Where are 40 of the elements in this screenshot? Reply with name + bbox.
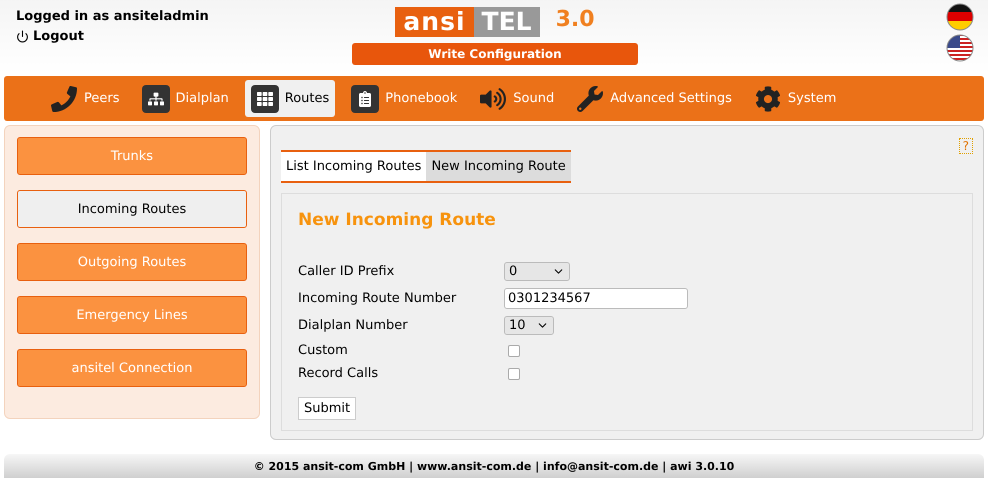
checkbox[interactable] xyxy=(508,344,520,356)
logout-link[interactable]: Logout xyxy=(16,29,84,44)
input-field[interactable]: 0301234567 xyxy=(504,288,688,309)
sidebar-item[interactable]: ansitel Connection xyxy=(17,349,247,387)
field-label: Dialplan Number xyxy=(298,318,409,333)
field-label: Caller ID Prefix xyxy=(298,264,396,279)
gear-icon xyxy=(754,84,782,112)
tab[interactable]: New Incoming Route xyxy=(426,152,571,181)
nav-tab[interactable]: Peers xyxy=(44,80,126,117)
select-field[interactable]: 10 xyxy=(504,316,554,335)
write-configuration-button[interactable]: Write Configuration xyxy=(352,43,638,65)
help-icon[interactable]: ? xyxy=(958,138,973,154)
tab[interactable]: List Incoming Routes xyxy=(281,152,426,181)
nav-tab[interactable]: Routes xyxy=(244,80,336,117)
nav-tab[interactable]: System xyxy=(748,80,842,117)
submit-button[interactable]: Submit xyxy=(298,397,356,420)
logo: TEL xyxy=(474,7,540,37)
sidebar-item[interactable]: Trunks xyxy=(17,137,247,175)
nav-tab[interactable]: Sound xyxy=(473,80,560,117)
german-flag-icon[interactable] xyxy=(946,3,974,31)
form-title: New Incoming Route xyxy=(298,210,497,230)
field-label: Custom xyxy=(298,343,349,358)
field-label: Incoming Route Number xyxy=(298,291,458,306)
login-status: Logged in as ansiteladmin xyxy=(16,9,210,24)
nav-tab[interactable]: Advanced Settings xyxy=(570,80,738,117)
sidebar-item[interactable]: Outgoing Routes xyxy=(17,243,247,281)
nav-tab[interactable]: Phonebook xyxy=(345,80,464,117)
field-label: Record Calls xyxy=(298,366,380,381)
power-icon xyxy=(16,30,29,43)
wrench-icon xyxy=(576,84,604,112)
footer-text: © 2015 ansit-com GmbH | www.ansit-com.de | info@ansit-com.de | awi 3.0.10 xyxy=(4,454,984,478)
select-field[interactable]: 0 xyxy=(504,262,570,281)
checkbox[interactable] xyxy=(508,368,520,380)
us-flag-icon[interactable] xyxy=(946,34,974,62)
phone-icon xyxy=(50,84,78,112)
logo-version: 3.0 xyxy=(556,7,595,32)
sidebar-item[interactable]: Incoming Routes xyxy=(17,190,247,228)
logo: ansi xyxy=(395,7,474,37)
sidebar-item[interactable]: Emergency Lines xyxy=(17,296,247,334)
nav-tab[interactable]: Dialplan xyxy=(136,80,235,117)
